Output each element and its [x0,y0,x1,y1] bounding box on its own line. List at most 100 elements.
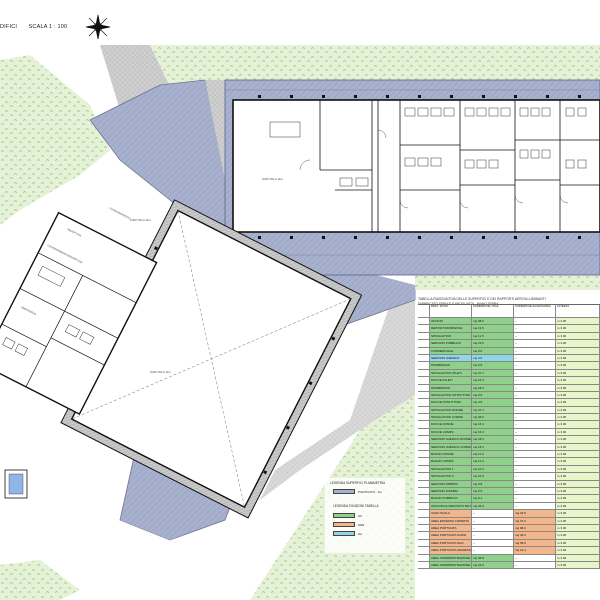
table-row: DISIMPEGNO mq 18.3 -- m 3.00 [418,384,600,392]
row-swatch [418,480,430,487]
table-cell-name: SERVIZIO IGIENICO DONNE [430,436,472,443]
table-cell-sa: -- [514,354,556,362]
table-cell-name: AREA PORTICATA NORD [430,532,472,539]
table-row: AREA PORTICATA -- mq 98.2 m 3.00 [418,524,600,533]
table-cell-sa: -- [514,399,556,406]
table-row: BAGNO UOMINI mq 11.2 -- m 3.00 [418,458,600,466]
table-cell-h: m 3.00 [556,406,600,414]
row-swatch [418,473,430,480]
table-cell-sa: -- [514,443,556,450]
table-cell-h: m 3.00 [556,377,600,384]
table-cell-name: SPOGLIATOIO 1 [430,465,472,473]
table-cell-su: mq 10.3 [472,465,514,473]
table-cell-sa: -- [514,414,556,421]
table-cell-sa: -- [514,332,556,340]
table-cell-h: m 3.00 [556,554,600,561]
table-row: SPOGLIATOIO ISTRUTTORI mq 9.6 -- m 3.00 [418,391,600,400]
table-cell-sa: mq 37.6 [514,517,556,524]
table-cell-h: m 3.00 [556,340,600,347]
table-row: SPOGLIATOIO DONNE mq 37.1 -- m 3.00 [418,406,600,415]
table-cell-name: SPOGLIATOIO ATLETI [430,369,472,377]
table-cell-su: mq 4.5 [472,399,514,406]
table-cell-sa: -- [514,325,556,332]
table-cell-sa: -- [514,391,556,399]
table-cell-sa: -- [514,369,556,377]
table-row: AREA PORTICATA NORD -- mq 46.3 m 3.00 [418,532,600,540]
table-cell-h: m 3.00 [556,451,600,458]
table-cell-sa: -- [514,406,556,414]
table-row: SERVIZIO DISABILI mq 5.5 -- m 3.00 [418,487,600,496]
row-swatch [418,451,430,458]
table-cell-sa: -- [514,480,556,487]
table-cell-h: m 3.00 [556,325,600,332]
table-header-cell: DEST. D'USO [430,305,472,317]
table-cell-su: mq 8.1 [472,495,514,502]
row-swatch [418,362,430,369]
table-cell-h: m 3.00 [556,547,600,554]
table-header-cell: SUPERFICIE ACCESSORIA [514,305,556,317]
table-cell-h: m 3.00 [556,414,600,421]
row-swatch [418,340,430,347]
table-cell-name: DISIMPEGNO [430,384,472,391]
table-row: OFFICINA E DEPOSITO BICI mq 36.0 -- m 3.00 [418,502,600,511]
table-row: SPOGLIATOIO 1 mq 10.3 -- m 3.00 [418,465,600,474]
table-row: AREA SOMMINISTRAZIONE mq 46.8 -- m 3.00 [418,554,600,562]
table-cell-h: m 3.00 [556,487,600,495]
table-cell-sa: -- [514,421,556,428]
table-cell-su: mq 9.6 [472,347,514,354]
legend-swatch-porticato [333,489,355,494]
table-header-row: DEST. D'USO SUPERFICIE UTILE SUPERFICIE … [418,305,600,318]
table-row: DOCCE UOMINI mq 16.4 -- m 3.00 [418,428,600,437]
legend-label-porticato: PORTICATO - Su [358,490,382,494]
table-header-cell: ALTEZZA [556,305,600,317]
table-cell-sa: -- [514,487,556,495]
table-cell-su: -- [472,510,514,517]
table-cell-su: mq 11.2 [472,458,514,465]
table-cell-h: m 3.00 [556,510,600,517]
table-cell-sa: mq 21.4 [514,547,556,554]
row-swatch [418,495,430,502]
row-swatch [418,436,430,443]
legend-swatch-snr [333,522,355,527]
table-row: COMMERCIALE mq 9.6 -- m 3.00 [418,347,600,355]
legend-label-snr: SNR [358,523,365,527]
table-cell-h: m 3.00 [556,517,600,524]
table-cell-h: m 3.00 [556,347,600,354]
table-row: SPOGLIATOIO mq 11.5 -- m 3.00 [418,332,600,341]
table-cell-sa: -- [514,458,556,465]
table-cell-su: mq 22.6 [472,561,514,569]
row-swatch [418,384,430,391]
table-cell-su: mq 46.8 [472,554,514,561]
table-cell-name: BAGNO PUBBLICO [430,495,472,502]
row-swatch [418,318,430,325]
table-row: AREA ESTERNA COPERTA -- mq 37.6 m 3.00 [418,517,600,525]
table-row: SERVIZIO ARBITRI mq 9.8 -- m 3.00 [418,480,600,488]
table-cell-su: -- [472,532,514,539]
table-cell-h: m 3.00 [556,532,600,539]
table-cell-su: mq 11.2 [472,451,514,458]
table-title: TABELLA RIASSUNTIVA DELLE SUPERFICI E DE… [418,297,546,301]
table-row: DISIMPEGNO mq 6.8 -- m 3.00 [418,362,600,370]
table-cell-name: SERVIZIO IGIENICO UOMINI [430,443,472,450]
legend-swatch-sa [333,531,355,536]
row-swatch [418,465,430,473]
table-cell-sa: -- [514,554,556,561]
table-cell-h: m 3.00 [556,384,600,391]
row-swatch [418,487,430,495]
table-row: AREA PORTICATA SUD -- mq 58.0 m 3.00 [418,539,600,548]
table-cell-su: mq 16.4 [472,421,514,428]
table-cell-sa: -- [514,436,556,443]
elevation-label-service: 0.00= 50 m.slm [262,177,283,181]
table-cell-h: m 3.00 [556,458,600,465]
table-cell-su: mq 11.5 [472,332,514,340]
table-row: UFFICIO mq 38.0 -- m 3.00 [418,318,600,326]
table-cell-name: DISIMPEGNO [430,362,472,369]
table-cell-h: m 3.00 [556,428,600,436]
table-cell-sa: -- [514,347,556,354]
table-cell-name: AREA ESTERNA COPERTA [430,517,472,524]
row-swatch [418,406,430,414]
row-swatch [418,421,430,428]
row-swatch [418,414,430,421]
table-cell-h: m 3.00 [556,480,600,487]
row-swatch [418,510,430,517]
